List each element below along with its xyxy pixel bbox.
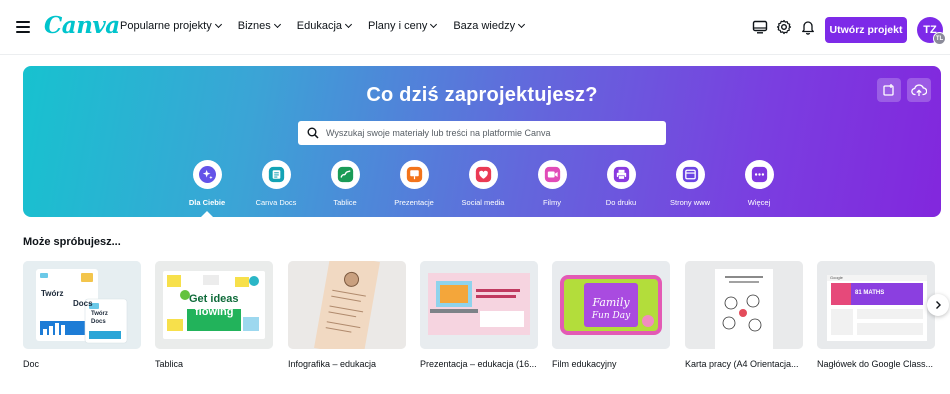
cloud-upload-icon — [911, 84, 927, 96]
more-icon — [751, 166, 767, 183]
nav-label: Plany i ceny — [368, 20, 428, 32]
canva-logo[interactable]: Canva — [44, 12, 120, 39]
card-label: Film edukacyjny — [552, 359, 617, 369]
thumb-text: Family — [592, 296, 630, 309]
suggestions-title: Może spróbujesz... — [23, 236, 121, 248]
category-label: Canva Docs — [255, 198, 297, 207]
sparkle-icon — [198, 166, 216, 183]
category-label: Więcej — [747, 198, 771, 207]
card-thumbnail: Get ideas flowing — [155, 261, 273, 349]
website-icon — [682, 166, 698, 183]
search-input[interactable] — [326, 128, 656, 138]
heart-icon — [475, 166, 491, 183]
card-thumbnail — [685, 261, 803, 349]
nav-label: Popularne projekty — [120, 20, 212, 32]
category-whiteboards[interactable]: Tablice — [310, 160, 380, 207]
thumb-text: Fun Day — [591, 311, 631, 321]
nav-plans-pricing[interactable]: Plany i ceny — [368, 20, 438, 32]
nav-label: Baza wiedzy — [453, 20, 516, 32]
card-label: Tablica — [155, 359, 184, 369]
suggestion-card-presentation[interactable]: Prezentacja – edukacja (16... — [420, 261, 538, 369]
category-label: Prezentacje — [394, 198, 434, 207]
card-thumbnail: Family Fun Day — [552, 261, 670, 349]
avatar[interactable]: TZ TL — [917, 17, 946, 45]
category-print[interactable]: Do druku — [586, 160, 656, 207]
card-thumbnail — [420, 261, 538, 349]
nav-label: Biznes — [237, 20, 271, 32]
nav-business[interactable]: Biznes — [237, 20, 281, 32]
print-icon — [613, 166, 629, 183]
whiteboard-icon — [337, 166, 353, 183]
card-thumbnail — [288, 261, 406, 349]
menu-icon[interactable] — [16, 21, 30, 33]
upload-button[interactable] — [907, 78, 931, 102]
card-thumbnail: Twórz Docs Twórz Docs — [23, 261, 141, 349]
active-category-indicator — [201, 211, 213, 217]
bell-icon[interactable] — [799, 18, 817, 36]
gear-icon[interactable] — [775, 18, 793, 36]
nav-education[interactable]: Edukacja — [296, 20, 353, 32]
thumb-text: Twórz — [41, 289, 64, 298]
main-nav: Popularne projekty Biznes Edukacja Plany… — [120, 20, 526, 32]
hero-title: Co dziś zaprojektujesz? — [366, 84, 598, 106]
category-more[interactable]: Więcej — [724, 160, 794, 207]
chevron-down-icon — [518, 20, 526, 29]
card-label: Prezentacja – edukacja (16... — [420, 359, 537, 369]
category-videos[interactable]: Filmy — [517, 160, 587, 207]
category-websites[interactable]: Strony www — [655, 160, 725, 207]
suggestion-card-worksheet[interactable]: Karta pracy (A4 Orientacja... — [685, 261, 803, 369]
search-icon — [305, 125, 321, 141]
chevron-down-icon — [430, 20, 438, 29]
card-thumbnail: Google 81 MATHS — [817, 261, 935, 349]
chevron-right-icon — [936, 301, 941, 309]
header-divider — [0, 54, 950, 55]
chevron-down-icon — [344, 20, 353, 29]
suggestion-card-classroom-header[interactable]: Google 81 MATHS Nagłówek do Google Class… — [817, 261, 935, 369]
category-label: Dla Ciebie — [188, 198, 226, 207]
suggestion-card-doc[interactable]: Twórz Docs Twórz Docs Doc — [23, 261, 141, 369]
category-label: Strony www — [669, 198, 710, 207]
category-label: Do druku — [605, 198, 637, 207]
carousel-next-button[interactable] — [927, 294, 949, 316]
nav-label: Edukacja — [296, 20, 343, 32]
card-label: Nagłówek do Google Class... — [817, 359, 934, 369]
category-label: Tablice — [333, 198, 357, 207]
team-avatar-badge: TL — [933, 32, 946, 45]
create-design-button[interactable]: Utwórz projekt — [825, 17, 907, 43]
thumb-text: flowing — [195, 306, 234, 318]
nav-popular-projects[interactable]: Popularne projekty — [120, 20, 222, 32]
search-bar[interactable] — [298, 121, 666, 145]
hero-banner: Co dziś zaprojektujesz? Dla Ciebie Canva… — [23, 66, 941, 217]
category-presentations[interactable]: Prezentacje — [379, 160, 449, 207]
thumb-text: Docs — [91, 319, 106, 325]
nav-knowledge-base[interactable]: Baza wiedzy — [453, 20, 526, 32]
thumb-text: Get ideas — [189, 293, 239, 305]
resize-icon — [883, 84, 894, 96]
monitor-icon[interactable] — [751, 18, 769, 36]
thumb-text: 81 MATHS — [855, 290, 885, 296]
presentation-icon — [406, 166, 422, 183]
doc-icon — [268, 166, 284, 183]
chevron-down-icon — [273, 20, 281, 29]
category-social-media[interactable]: Social media — [448, 160, 518, 207]
video-icon — [544, 166, 560, 183]
chevron-down-icon — [214, 20, 222, 29]
category-label: Social media — [461, 198, 505, 207]
thumb-text: Docs — [73, 299, 93, 308]
thumb-text: Google — [830, 275, 843, 280]
category-label: Filmy — [543, 198, 561, 207]
card-label: Infografika – edukacja — [288, 359, 377, 369]
suggestion-card-video[interactable]: Family Fun Day Film edukacyjny — [552, 261, 670, 369]
custom-size-button[interactable] — [877, 78, 901, 102]
card-label: Doc — [23, 359, 40, 369]
category-canva-docs[interactable]: Canva Docs — [241, 160, 311, 207]
card-label: Karta pracy (A4 Orientacja... — [685, 359, 799, 369]
suggestion-card-whiteboard[interactable]: Get ideas flowing Tablica — [155, 261, 273, 369]
design-categories: Dla Ciebie Canva Docs Tablice Prezentacj… — [23, 160, 941, 210]
suggestion-card-infographic[interactable]: Infografika – edukacja — [288, 261, 406, 369]
category-for-you[interactable]: Dla Ciebie — [172, 160, 242, 207]
thumb-text: Twórz — [91, 311, 108, 317]
top-navigation: Canva Popularne projekty Biznes Edukacja… — [0, 0, 950, 54]
